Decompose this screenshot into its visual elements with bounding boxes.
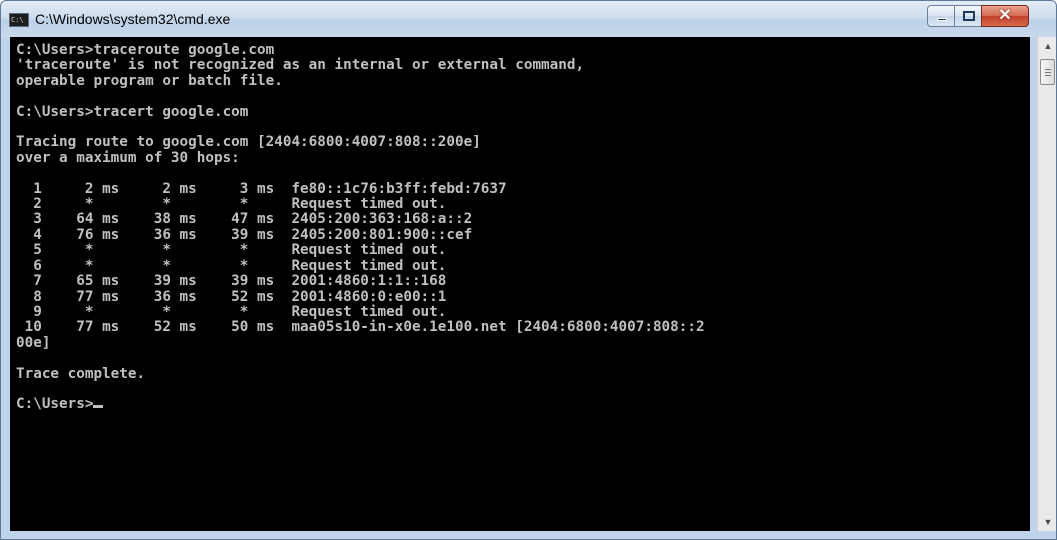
thumb-grip-icon xyxy=(1045,69,1051,70)
console-line: 8 77 ms 36 ms 52 ms 2001:4860:0:e00::1 xyxy=(33,288,447,305)
cmd-window: C:\ C:\Windows\system32\cmd.exe ✕ C:\Use… xyxy=(0,0,1057,540)
console-line: 2 * * * Request timed out. xyxy=(33,196,447,213)
console-line: 3 64 ms 38 ms 47 ms 2405:200:363:168:a::… xyxy=(33,211,473,228)
console-line: 00e] xyxy=(16,334,51,351)
console-line: Tracing route to google.com [2404:6800:4… xyxy=(16,134,481,151)
window-title: C:\Windows\system32\cmd.exe xyxy=(35,11,231,27)
minimize-button[interactable] xyxy=(927,5,955,27)
console-line: 1 2 ms 2 ms 3 ms fe80::1c76:b3ff:febd:76… xyxy=(33,180,507,197)
console-lines: C:\Users>traceroute google.com 'tracerou… xyxy=(16,42,705,382)
console-line: 10 77 ms 52 ms 50 ms maa05s10-in-x0e.1e1… xyxy=(24,319,705,336)
console-line: operable program or batch file. xyxy=(16,72,283,89)
console-line: 4 76 ms 36 ms 39 ms 2405:200:801:900::ce… xyxy=(33,226,473,243)
scrollbar-thumb[interactable] xyxy=(1040,59,1055,85)
console-line: Trace complete. xyxy=(16,365,146,382)
console-line: 7 65 ms 39 ms 39 ms 2001:4860:1:1::168 xyxy=(33,273,447,290)
command-prompt: C:\Users> xyxy=(16,396,94,413)
console-line: over a maximum of 30 hops: xyxy=(16,149,240,166)
minimize-icon xyxy=(937,18,947,21)
scroll-down-arrow-icon[interactable]: ▼ xyxy=(1038,513,1056,531)
vertical-scrollbar[interactable]: ▲ ▼ xyxy=(1037,37,1056,531)
console-line: 5 * * * Request timed out. xyxy=(33,242,447,259)
title-bar[interactable]: C:\ C:\Windows\system32\cmd.exe ✕ xyxy=(1,1,1056,37)
console-output[interactable]: C:\Users>traceroute google.com 'tracerou… xyxy=(10,37,1030,531)
console-line: C:\Users>traceroute google.com xyxy=(16,42,275,58)
console-line: 9 * * * Request timed out. xyxy=(33,303,447,320)
window-bottom-frame xyxy=(1,531,1056,539)
close-icon: ✕ xyxy=(998,7,1012,24)
maximize-icon xyxy=(963,11,975,21)
maximize-button[interactable] xyxy=(954,5,982,27)
console-text: C:\Users>traceroute google.com 'tracerou… xyxy=(10,37,1030,413)
text-cursor xyxy=(93,405,104,409)
close-button[interactable]: ✕ xyxy=(981,5,1029,27)
scroll-up-arrow-icon[interactable]: ▲ xyxy=(1038,37,1056,55)
console-line: C:\Users>tracert google.com xyxy=(16,103,249,120)
console-line: 6 * * * Request timed out. xyxy=(33,257,447,274)
cmd-icon[interactable]: C:\ xyxy=(9,13,29,27)
console-line: 'traceroute' is not recognized as an int… xyxy=(16,57,585,74)
